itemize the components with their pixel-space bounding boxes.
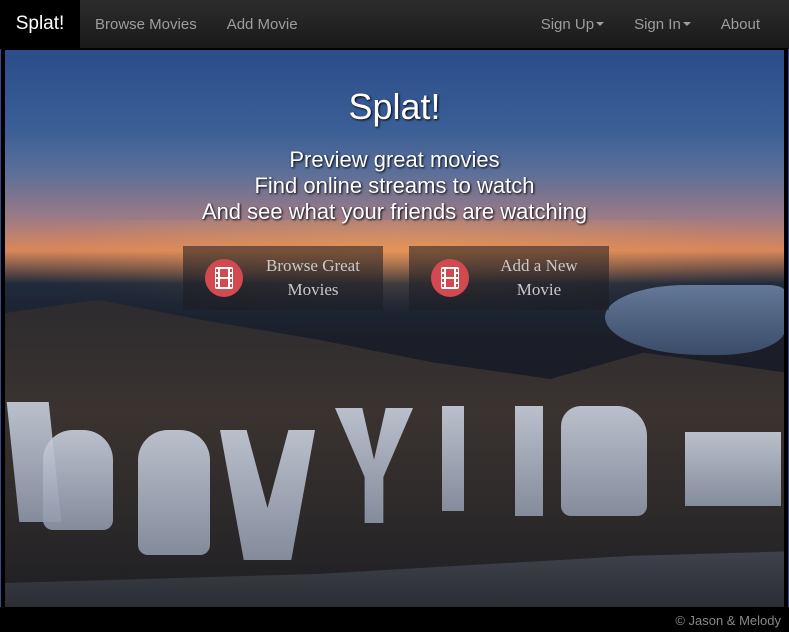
add-button-label: Add a New Movie xyxy=(469,254,609,302)
caret-down-icon xyxy=(596,22,605,26)
sign-letter xyxy=(43,430,113,530)
sign-letter xyxy=(685,432,781,506)
caret-down-icon xyxy=(682,22,691,26)
top-navbar: Splat! Browse Movies Add Movie Sign Up S… xyxy=(0,0,789,49)
hero-tagline: Preview great movies xyxy=(289,147,500,172)
hero-tagline: Find online streams to watch xyxy=(254,173,535,198)
hero-banner: Splat! Preview great movies Find online … xyxy=(5,50,784,607)
hero-title: Splat! xyxy=(348,86,441,127)
sign-letter xyxy=(442,406,464,511)
film-icon xyxy=(205,259,243,297)
add-label-line1: Add a New xyxy=(500,256,578,275)
nav-sign-up-label: Sign Up xyxy=(540,15,595,33)
sign-letter xyxy=(561,406,647,516)
browse-button-label: Browse Great Movies xyxy=(243,254,383,302)
add-label-line2: Movie xyxy=(516,280,562,299)
nav-sign-in-dropdown[interactable]: Sign In xyxy=(619,0,706,49)
nav-about[interactable]: About xyxy=(706,0,775,49)
nav-sign-in-label: Sign In xyxy=(634,15,681,33)
brand-link[interactable]: Splat! xyxy=(0,0,80,49)
add-new-movie-button[interactable]: Add a New Movie xyxy=(409,246,609,310)
nav-add-movie[interactable]: Add Movie xyxy=(212,0,313,49)
page-footer: © Jason & Melody xyxy=(0,607,789,632)
nav-sign-up-dropdown[interactable]: Sign Up xyxy=(526,0,619,49)
footer-copyright: © Jason & Melody xyxy=(675,613,781,628)
browse-great-movies-button[interactable]: Browse Great Movies xyxy=(183,246,383,310)
sign-letter xyxy=(515,406,543,516)
reservoir-water xyxy=(605,285,784,355)
nav-right-group: Sign Up Sign In About xyxy=(526,0,775,49)
hero-tagline: And see what your friends are watching xyxy=(201,199,588,224)
nav-left-group: Browse Movies Add Movie xyxy=(80,0,313,49)
sign-letter xyxy=(138,430,210,555)
browse-label-line1: Browse Great xyxy=(266,256,360,275)
nav-browse-movies[interactable]: Browse Movies xyxy=(80,0,212,49)
browse-label-line2: Movies xyxy=(287,280,339,299)
film-icon xyxy=(431,259,469,297)
